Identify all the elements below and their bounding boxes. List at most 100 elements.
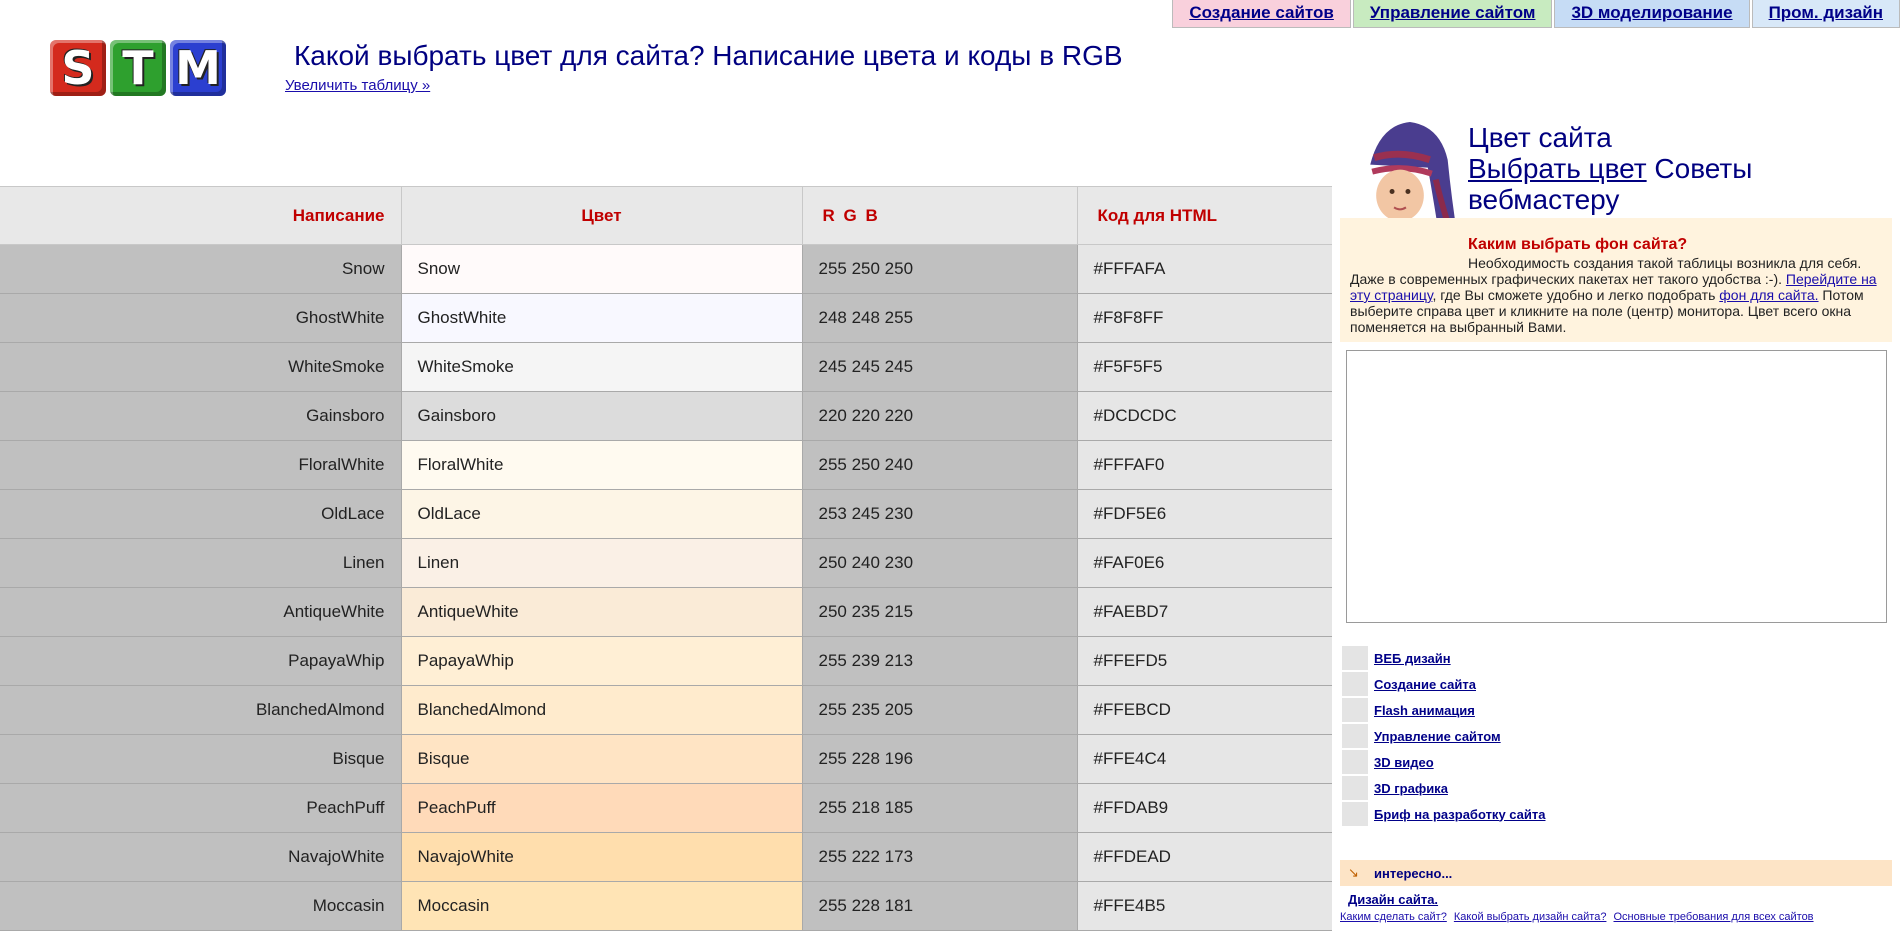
color-table: Написание Цвет R G B Код для HTML Snow Sn… xyxy=(0,186,1332,931)
color-swatch-cell[interactable]: FloralWhite xyxy=(400,440,802,490)
html-code-cell: #FFEBCD xyxy=(1076,685,1332,735)
html-code-cell: #FFEFD5 xyxy=(1076,636,1332,686)
menu-item-web-design: ВЕБ дизайн xyxy=(1342,645,1842,671)
color-swatch-cell[interactable]: GhostWhite xyxy=(400,293,802,343)
tab-site-creation[interactable]: Создание сайтов xyxy=(1172,0,1351,28)
html-code-cell: #FFFAFA xyxy=(1076,244,1332,294)
interesting-label: интересно... xyxy=(1374,865,1453,881)
bottom-links: Каким сделать сайт? Какой выбрать дизайн… xyxy=(1340,911,1818,923)
table-row: PeachPuff PeachPuff 255 218 185 #FFDAB9 xyxy=(0,783,1332,833)
color-swatch-cell[interactable]: Snow xyxy=(400,244,802,294)
table-row: Moccasin Moccasin 255 228 181 #FFE4B5 xyxy=(0,881,1332,931)
side-menu: ВЕБ дизайн Создание сайта Flash анимация… xyxy=(1342,645,1842,827)
color-preview-area[interactable] xyxy=(1346,350,1887,623)
tab-3d-modeling[interactable]: 3D моделирование xyxy=(1554,0,1750,28)
menu-bullet-icon xyxy=(1342,672,1368,696)
menu-link-3d-video[interactable]: 3D видео xyxy=(1374,755,1434,770)
header-name: Написание xyxy=(0,186,401,245)
table-row: NavajoWhite NavajoWhite 255 222 173 #FFDEAD xyxy=(0,832,1332,882)
table-row: AntiqueWhite AntiqueWhite 250 235 215 #FAEB… xyxy=(0,587,1332,637)
link-which-design[interactable]: Какой выбрать дизайн сайта? xyxy=(1454,911,1607,923)
color-swatch-cell[interactable]: Gainsboro xyxy=(400,391,802,441)
tab-industrial-design[interactable]: Пром. дизайн xyxy=(1751,0,1900,28)
menu-item-3d-graphics: 3D графика xyxy=(1342,775,1842,801)
menu-bullet-icon xyxy=(1342,802,1368,826)
table-row: GhostWhite GhostWhite 248 248 255 #F8F8FF xyxy=(0,293,1332,343)
choose-color-link[interactable]: Выбрать цвет xyxy=(1468,153,1647,184)
html-code-cell: #FDF5E6 xyxy=(1076,489,1332,539)
color-swatch-cell[interactable]: Bisque xyxy=(400,734,802,784)
table-row: WhiteSmoke WhiteSmoke 245 245 245 #F5F5F5 xyxy=(0,342,1332,392)
logo-letter-m: M xyxy=(170,40,226,96)
tip-heading: Каким выбрать фон сайта? xyxy=(1468,236,1688,253)
menu-link-3d-graphics[interactable]: 3D графика xyxy=(1374,781,1448,796)
color-swatch-cell[interactable]: WhiteSmoke xyxy=(400,342,802,392)
html-code-cell: #FFE4B5 xyxy=(1076,881,1332,931)
table-row: BlanchedAlmond BlanchedAlmond 255 235 205 #… xyxy=(0,685,1332,735)
tab-site-management[interactable]: Управление сайтом xyxy=(1352,0,1553,28)
menu-link-site-management[interactable]: Управление сайтом xyxy=(1374,729,1501,744)
menu-item-flash-animation: Flash анимация xyxy=(1342,697,1842,723)
color-swatch-cell[interactable]: PeachPuff xyxy=(400,783,802,833)
menu-link-web-design[interactable]: ВЕБ дизайн xyxy=(1374,651,1451,666)
color-table-body: Snow Snow 255 250 250 #FFFAFA GhostWhite Ghos… xyxy=(0,244,1332,931)
html-code-cell: #FAEBD7 xyxy=(1076,587,1332,637)
rgb-value-cell: 255 228 181 xyxy=(801,881,1077,931)
menu-link-brief[interactable]: Бриф на разработку сайта xyxy=(1374,807,1546,822)
header-color: Цвет xyxy=(400,186,802,245)
color-name-cell: Bisque xyxy=(0,734,401,784)
table-row: Gainsboro Gainsboro 220 220 220 #DCDCDC xyxy=(0,391,1332,441)
rgb-value-cell: 255 250 240 xyxy=(801,440,1077,490)
color-name-cell: AntiqueWhite xyxy=(0,587,401,637)
color-name-cell: GhostWhite xyxy=(0,293,401,343)
color-name-cell: Gainsboro xyxy=(0,391,401,441)
html-code-cell: #FFE4C4 xyxy=(1076,734,1332,784)
tip-text-part-2: , где Вы сможете удобно и легко подобрат… xyxy=(1432,287,1720,303)
page-title: Какой выбрать цвет для сайта? Написание … xyxy=(294,40,1123,71)
color-name-cell: PapayaWhip xyxy=(0,636,401,686)
menu-item-3d-video: 3D видео xyxy=(1342,749,1842,775)
html-code-cell: #F8F8FF xyxy=(1076,293,1332,343)
color-swatch-cell[interactable]: Moccasin xyxy=(400,881,802,931)
color-swatch-cell[interactable]: Linen xyxy=(400,538,802,588)
table-row: FloralWhite FloralWhite 255 250 240 #FFFAF0 xyxy=(0,440,1332,490)
color-swatch-cell[interactable]: PapayaWhip xyxy=(400,636,802,686)
link-site-requirements[interactable]: Основные требования для всех сайтов xyxy=(1614,911,1814,923)
menu-bullet-icon xyxy=(1342,750,1368,774)
enlarge-table-link[interactable]: Увеличить таблицу » xyxy=(285,77,430,94)
menu-bullet-icon xyxy=(1342,724,1368,748)
color-swatch-cell[interactable]: NavajoWhite xyxy=(400,832,802,882)
html-code-cell: #DCDCDC xyxy=(1076,391,1332,441)
logo-letter-t: T xyxy=(110,40,166,96)
table-row: Linen Linen 250 240 230 #FAF0E6 xyxy=(0,538,1332,588)
table-header-row: Написание Цвет R G B Код для HTML xyxy=(0,186,1332,245)
tip-text: Необходимость создания такой таблицы воз… xyxy=(1350,255,1885,335)
color-name-cell: OldLace xyxy=(0,489,401,539)
rgb-value-cell: 255 228 196 xyxy=(801,734,1077,784)
table-row: OldLace OldLace 253 245 230 #FDF5E6 xyxy=(0,489,1332,539)
tip-text-part-1: Необходимость создания такой таблицы воз… xyxy=(1350,255,1862,287)
rgb-value-cell: 250 235 215 xyxy=(801,587,1077,637)
intro-title: Цвет сайта Выбрать цвет Советы вебмастер… xyxy=(1468,122,1768,215)
rgb-value-cell: 255 250 250 xyxy=(801,244,1077,294)
site-background-link[interactable]: фон для сайта. xyxy=(1719,287,1818,303)
site-design-link[interactable]: Дизайн сайта. xyxy=(1348,892,1438,907)
rgb-value-cell: 255 222 173 xyxy=(801,832,1077,882)
menu-link-flash-animation[interactable]: Flash анимация xyxy=(1374,703,1475,718)
interesting-bar: ↘ интересно... xyxy=(1340,860,1892,886)
intro-title-text: Цвет сайта xyxy=(1468,122,1612,153)
table-row: Bisque Bisque 255 228 196 #FFE4C4 xyxy=(0,734,1332,784)
rgb-value-cell: 255 239 213 xyxy=(801,636,1077,686)
color-swatch-cell[interactable]: AntiqueWhite xyxy=(400,587,802,637)
color-name-cell: NavajoWhite xyxy=(0,832,401,882)
rgb-value-cell: 250 240 230 xyxy=(801,538,1077,588)
menu-link-site-creation[interactable]: Создание сайта xyxy=(1374,677,1476,692)
color-swatch-cell[interactable]: OldLace xyxy=(400,489,802,539)
top-navigation: Создание сайтов Управление сайтом 3D мод… xyxy=(1170,0,1900,28)
html-code-cell: #FAF0E6 xyxy=(1076,538,1332,588)
color-swatch-cell[interactable]: BlanchedAlmond xyxy=(400,685,802,735)
link-how-to-make-site[interactable]: Каким сделать сайт? xyxy=(1340,911,1447,923)
color-name-cell: PeachPuff xyxy=(0,783,401,833)
stm-logo[interactable]: S T M xyxy=(50,40,226,96)
menu-bullet-icon xyxy=(1342,776,1368,800)
